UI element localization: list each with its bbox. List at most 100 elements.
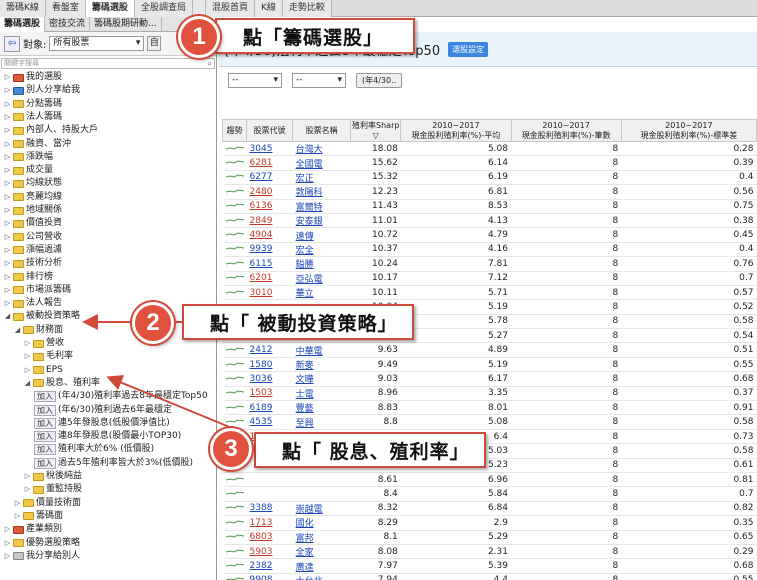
collapsed-arrow-icon[interactable]: ▷ xyxy=(4,271,11,284)
collapsed-arrow-icon[interactable]: ▷ xyxy=(4,244,11,257)
stock-code-link[interactable]: 5903 xyxy=(246,544,293,560)
stock-code-link[interactable]: 9939 xyxy=(246,242,293,258)
column-header-2[interactable]: 股票名稱 xyxy=(292,119,352,142)
collapsed-arrow-icon[interactable]: ▷ xyxy=(4,71,11,84)
stock-name-link[interactable]: 全國電 xyxy=(292,155,351,171)
add-button[interactable]: 加入 xyxy=(34,404,56,416)
table-row[interactable]: 9908大台北7.944.480.55 xyxy=(222,573,757,580)
tree-item[interactable]: 加入 (年4/30)殖利率過去8年最穩定Top50 xyxy=(34,390,208,403)
top-tab-1[interactable]: 看盤室 xyxy=(45,0,86,17)
tree-item[interactable]: ▷ 均線狀態 xyxy=(4,177,62,190)
tree-item[interactable]: ▷ 排行榜 xyxy=(4,271,53,284)
tree-item[interactable]: ▷ 董監持股 xyxy=(24,483,82,496)
tree-item[interactable]: ▷ 優勢選股策略 xyxy=(4,537,80,550)
add-button[interactable]: 加入 xyxy=(34,391,56,403)
collapsed-arrow-icon[interactable]: ▷ xyxy=(4,297,11,310)
stock-name-link[interactable]: 安泰銀 xyxy=(292,213,351,229)
tree-item[interactable]: 加入 連5年發股息(低股價淨值比) xyxy=(34,417,170,430)
collapsed-arrow-icon[interactable]: ▷ xyxy=(4,523,11,536)
search-input[interactable]: 關鍵字搜尋 ⌕ xyxy=(1,58,215,69)
collapsed-arrow-icon[interactable]: ▷ xyxy=(4,204,11,217)
table-row[interactable]: 1503 士電 8.96 3.35 8 0.37 xyxy=(222,386,757,402)
stock-code-link[interactable]: 6201 xyxy=(246,271,293,286)
stock-name-link[interactable]: 士電 xyxy=(292,386,351,402)
stock-code-link[interactable]: 6115 xyxy=(246,256,293,272)
stock-name-link[interactable] xyxy=(292,472,351,488)
add-button[interactable]: 加入 xyxy=(34,457,56,469)
table-row[interactable]: 3036 文曄 9.03 6.17 8 0.68 xyxy=(222,371,757,387)
collapsed-arrow-icon[interactable]: ▷ xyxy=(24,350,31,363)
table-row[interactable]: 6803 富邦 8.1 5.29 8 0.65 xyxy=(222,530,757,545)
stock-name-link[interactable]: 富爾特 xyxy=(292,199,351,214)
stock-name-link[interactable]: 新麥 xyxy=(292,357,351,373)
tree-item[interactable]: ▷ 籌碼面 xyxy=(14,510,63,523)
stock-name-link[interactable]: 廣達 xyxy=(292,558,351,574)
table-row[interactable]: 4904 遠傳 10.72 4.79 8 0.45 xyxy=(222,227,757,243)
stock-name-link[interactable]: 全家 xyxy=(292,544,351,560)
tree-item[interactable]: ▷ 漲跌幅 xyxy=(4,151,53,164)
stock-name-link[interactable]: 華立 xyxy=(292,285,351,301)
table-row[interactable]: 4535 至興 8.8 5.08 8 0.58 xyxy=(222,414,757,430)
collapsed-arrow-icon[interactable]: ▷ xyxy=(4,164,11,177)
stock-code-link[interactable]: 2412 xyxy=(246,342,293,358)
tree-item[interactable]: ▷ 公司營收 xyxy=(4,231,62,244)
stock-code-link[interactable]: 3045 xyxy=(246,141,293,157)
table-row[interactable]: 6189 豐藝 8.83 8.01 8 0.91 xyxy=(222,400,757,416)
column-header-3[interactable]: 殖利率Sharp ▽ xyxy=(350,119,402,142)
tree-item[interactable]: ▷ 技術分析 xyxy=(4,257,62,270)
tree-item[interactable]: ▷ 毛利率 xyxy=(24,350,73,363)
strategy-filter-button[interactable]: (年4/30.. xyxy=(356,72,403,88)
stock-name-link[interactable]: 富邦 xyxy=(292,530,351,545)
add-button[interactable]: 加入 xyxy=(34,444,56,456)
stock-code-link[interactable]: 6803 xyxy=(246,530,293,545)
collapsed-arrow-icon[interactable]: ▷ xyxy=(4,284,11,297)
table-row[interactable]: 6277 宏正 15.32 6.19 8 0.4 xyxy=(222,170,757,186)
collapsed-arrow-icon[interactable]: ▷ xyxy=(4,217,11,230)
collapsed-arrow-icon[interactable]: ▷ xyxy=(4,177,11,190)
tree-item[interactable]: ▷ 法人報告 xyxy=(4,297,62,310)
collapsed-arrow-icon[interactable]: ▷ xyxy=(4,191,11,204)
stock-code-link[interactable]: 6281 xyxy=(246,155,293,171)
stock-name-link[interactable]: 文曄 xyxy=(292,371,351,387)
tree-item[interactable]: ◢ 股息、殖利率 xyxy=(24,377,100,390)
top-tab-5[interactable]: 混股首頁 xyxy=(205,0,255,17)
stock-name-link[interactable]: 宏正 xyxy=(292,170,351,186)
table-row[interactable]: 8.61 6.96 8 0.81 xyxy=(222,472,757,488)
table-row[interactable]: 8.4 5.84 8 0.7 xyxy=(222,486,757,502)
object-custom-button[interactable]: 自 xyxy=(147,36,162,51)
filter-select-2[interactable]: -- ▾ xyxy=(292,72,346,88)
stock-code-link[interactable]: 6277 xyxy=(246,170,293,186)
tree-item[interactable]: ▷ 法人籌碼 xyxy=(4,111,62,124)
column-header-0[interactable]: 趨勢 xyxy=(221,119,248,142)
sub-tab-1[interactable]: 密技交流 xyxy=(45,17,91,32)
stock-code-link[interactable]: 1580 xyxy=(246,357,293,373)
back-arrow-icon[interactable]: ⇦ xyxy=(4,35,20,52)
table-row[interactable]: 1580 新麥 9.49 5.19 8 0.55 xyxy=(222,357,757,373)
stock-name-link[interactable]: 敦陽科 xyxy=(292,184,351,200)
tree-item[interactable]: 加入 過去5年殖利率皆大於3%(低價股) xyxy=(34,457,193,470)
stock-code-link[interactable]: 3010 xyxy=(246,285,293,301)
column-header-1[interactable]: 股票代號 xyxy=(246,119,294,142)
stock-name-link[interactable]: 宏全 xyxy=(292,242,351,258)
stock-name-link[interactable]: 中華電 xyxy=(292,342,351,358)
stock-setting-button[interactable]: 選股設定 xyxy=(448,41,489,57)
tree-item[interactable]: ◢ 財務面 xyxy=(14,324,63,337)
expanded-arrow-icon[interactable]: ◢ xyxy=(4,310,11,323)
stock-code-link[interactable]: 6189 xyxy=(246,400,293,416)
tree-item[interactable]: ▷ 成交量 xyxy=(4,164,53,177)
stock-code-link[interactable]: 1503 xyxy=(246,386,293,402)
tree-item[interactable]: ▷ 內部人、持股大戶 xyxy=(4,124,98,137)
collapsed-arrow-icon[interactable]: ▷ xyxy=(4,138,11,151)
expanded-arrow-icon[interactable]: ◢ xyxy=(14,324,21,337)
tree-item[interactable]: ◢ 被動投資策略 xyxy=(4,310,80,323)
tree-item[interactable]: ▷ 價值投資 xyxy=(4,217,62,230)
add-button[interactable]: 加入 xyxy=(34,417,56,429)
table-row[interactable]: 5903 全家 8.08 2.31 8 0.29 xyxy=(222,544,757,560)
sub-tab-2[interactable]: 籌碼股期研動... xyxy=(90,17,162,32)
tree-item[interactable]: ▷ 營收 xyxy=(24,337,64,350)
stock-name-link[interactable]: 崇越電 xyxy=(292,501,351,517)
tree-item[interactable]: ▷ 分點籌碼 xyxy=(4,98,62,111)
table-row[interactable]: 6115 鎰勝 10.24 7.81 8 0.76 xyxy=(222,256,757,272)
column-header-4[interactable]: 2010~2017 現金股利殖利率(%)-平均 xyxy=(400,119,512,142)
collapsed-arrow-icon[interactable]: ▷ xyxy=(24,364,31,377)
